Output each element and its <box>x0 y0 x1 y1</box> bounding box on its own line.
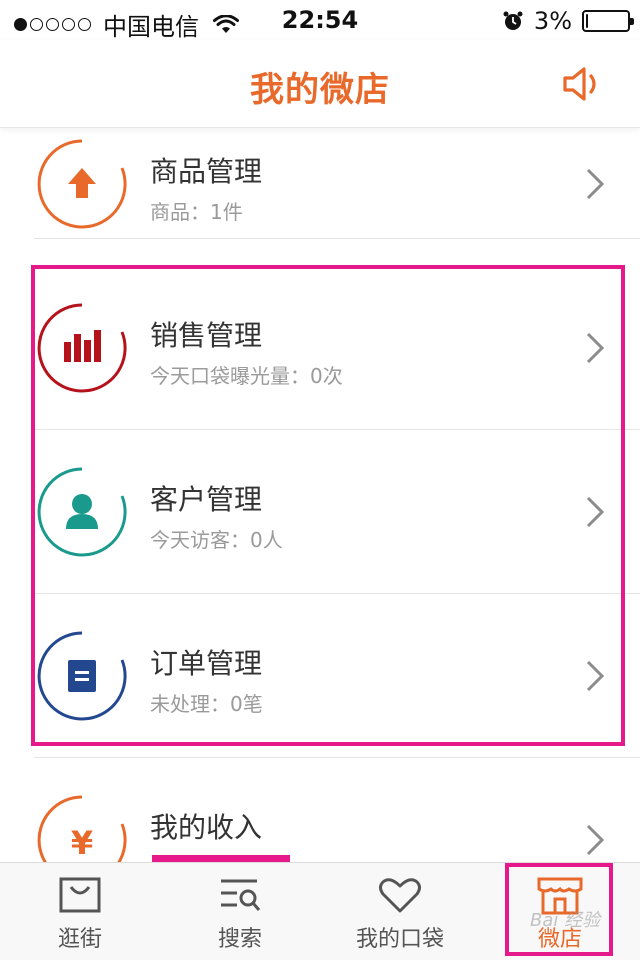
menu-row-title: 商品管理 <box>150 155 263 188</box>
search-list-icon <box>221 879 261 911</box>
alarm-icon <box>503 11 523 30</box>
menu-row-sales[interactable]: 销售管理 今天口袋曝光量：0次 <box>0 266 640 430</box>
menu-row-income[interactable]: ¥ 我的收入 <box>0 758 640 862</box>
menu-row-subtitle: 商品：1件 <box>150 200 243 224</box>
menu-row-title: 我的收入 <box>150 811 263 844</box>
battery-level-fill <box>586 14 588 28</box>
menu-row-subtitle: 今天口袋曝光量：0次 <box>150 364 343 388</box>
annotation-underline <box>152 855 290 862</box>
tab-search[interactable]: 搜索 <box>160 863 320 960</box>
page-title: 我的微店 <box>250 70 390 110</box>
nav-header: 我的微店 <box>0 40 640 128</box>
tab-my-shop[interactable]: 微店 <box>480 863 640 960</box>
battery-icon <box>582 10 634 32</box>
battery-percent: 3% <box>533 7 572 35</box>
speaker-icon[interactable] <box>560 62 604 106</box>
chevron-right-icon <box>586 168 605 200</box>
shopping-bag-icon <box>59 877 101 913</box>
menu-row-title: 销售管理 <box>150 319 263 352</box>
menu-row-products[interactable]: 商品管理 商品：1件 <box>0 128 640 238</box>
status-bar: 中国电信 22:54 3% <box>0 0 640 41</box>
yen-icon: ¥ <box>37 795 127 862</box>
chevron-right-icon <box>586 496 605 528</box>
document-icon <box>37 631 127 721</box>
person-icon <box>37 467 127 557</box>
shop-icon <box>537 877 583 915</box>
heart-icon <box>379 878 421 913</box>
chevron-right-icon <box>586 824 605 856</box>
chevron-right-icon <box>586 332 605 364</box>
tab-label: 微店 <box>537 927 582 952</box>
menu-row-customers[interactable]: 客户管理 今天访客：0人 <box>0 430 640 594</box>
tab-label: 我的口袋 <box>355 927 444 952</box>
menu-row-subtitle: 未处理：0笔 <box>150 692 263 716</box>
tab-my-pocket[interactable]: 我的口袋 <box>320 863 480 960</box>
bar-chart-icon <box>37 303 127 393</box>
tab-label: 逛街 <box>57 927 102 952</box>
divider <box>34 238 640 239</box>
menu-row-subtitle: 今天访客：0人 <box>150 528 283 552</box>
tab-browse[interactable]: 逛街 <box>0 863 160 960</box>
svg-text:¥: ¥ <box>71 824 93 862</box>
chevron-right-icon <box>586 660 605 692</box>
tab-label: 搜索 <box>217 927 262 952</box>
menu-row-title: 订单管理 <box>150 647 263 680</box>
bottom-tab-bar: 逛街 搜索 我的口袋 微店 <box>0 862 640 960</box>
menu-row-title: 客户管理 <box>150 483 263 516</box>
menu-row-orders[interactable]: 订单管理 未处理：0笔 <box>0 594 640 758</box>
upload-arrow-icon <box>37 139 127 229</box>
